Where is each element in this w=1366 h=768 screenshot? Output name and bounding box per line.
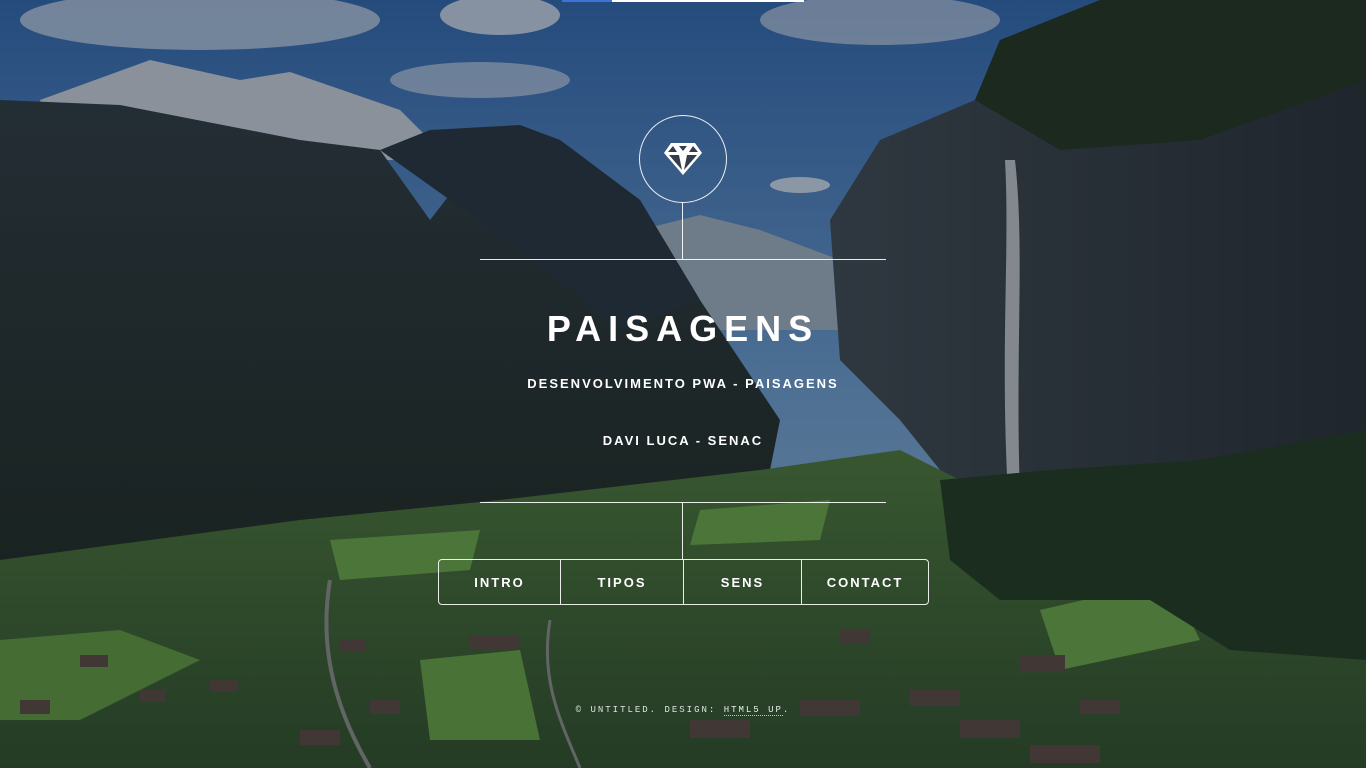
- main-nav: INTRO TIPOS SENS CONTACT: [438, 559, 929, 605]
- top-divider-line: [480, 259, 886, 260]
- page-author: DAVI LUCA - SENAC: [602, 433, 764, 448]
- footer-copyright: © UNTITLED. DESIGN:: [575, 705, 724, 715]
- header: PAISAGENS DESENVOLVIMENTO PWA - PAISAGEN…: [0, 0, 1366, 768]
- page-subtitle: DESENVOLVIMENTO PWA - PAISAGENS: [527, 376, 839, 391]
- diamond-icon: [664, 143, 702, 175]
- nav-intro-link[interactable]: INTRO: [439, 560, 560, 604]
- nav-sens-link[interactable]: SENS: [683, 560, 801, 604]
- bottom-divider-line: [480, 502, 886, 503]
- nav-contact-link[interactable]: CONTACT: [801, 560, 928, 604]
- nav-connector-line: [682, 502, 683, 559]
- logo-connector-line: [682, 202, 683, 259]
- footer: © UNTITLED. DESIGN: HTML5 UP.: [440, 705, 926, 716]
- nav-tipos-link[interactable]: TIPOS: [560, 560, 683, 604]
- page-title: PAISAGENS: [546, 308, 820, 349]
- footer-design-link[interactable]: HTML5 UP: [723, 705, 783, 716]
- footer-end: .: [782, 705, 791, 715]
- logo: [639, 115, 727, 203]
